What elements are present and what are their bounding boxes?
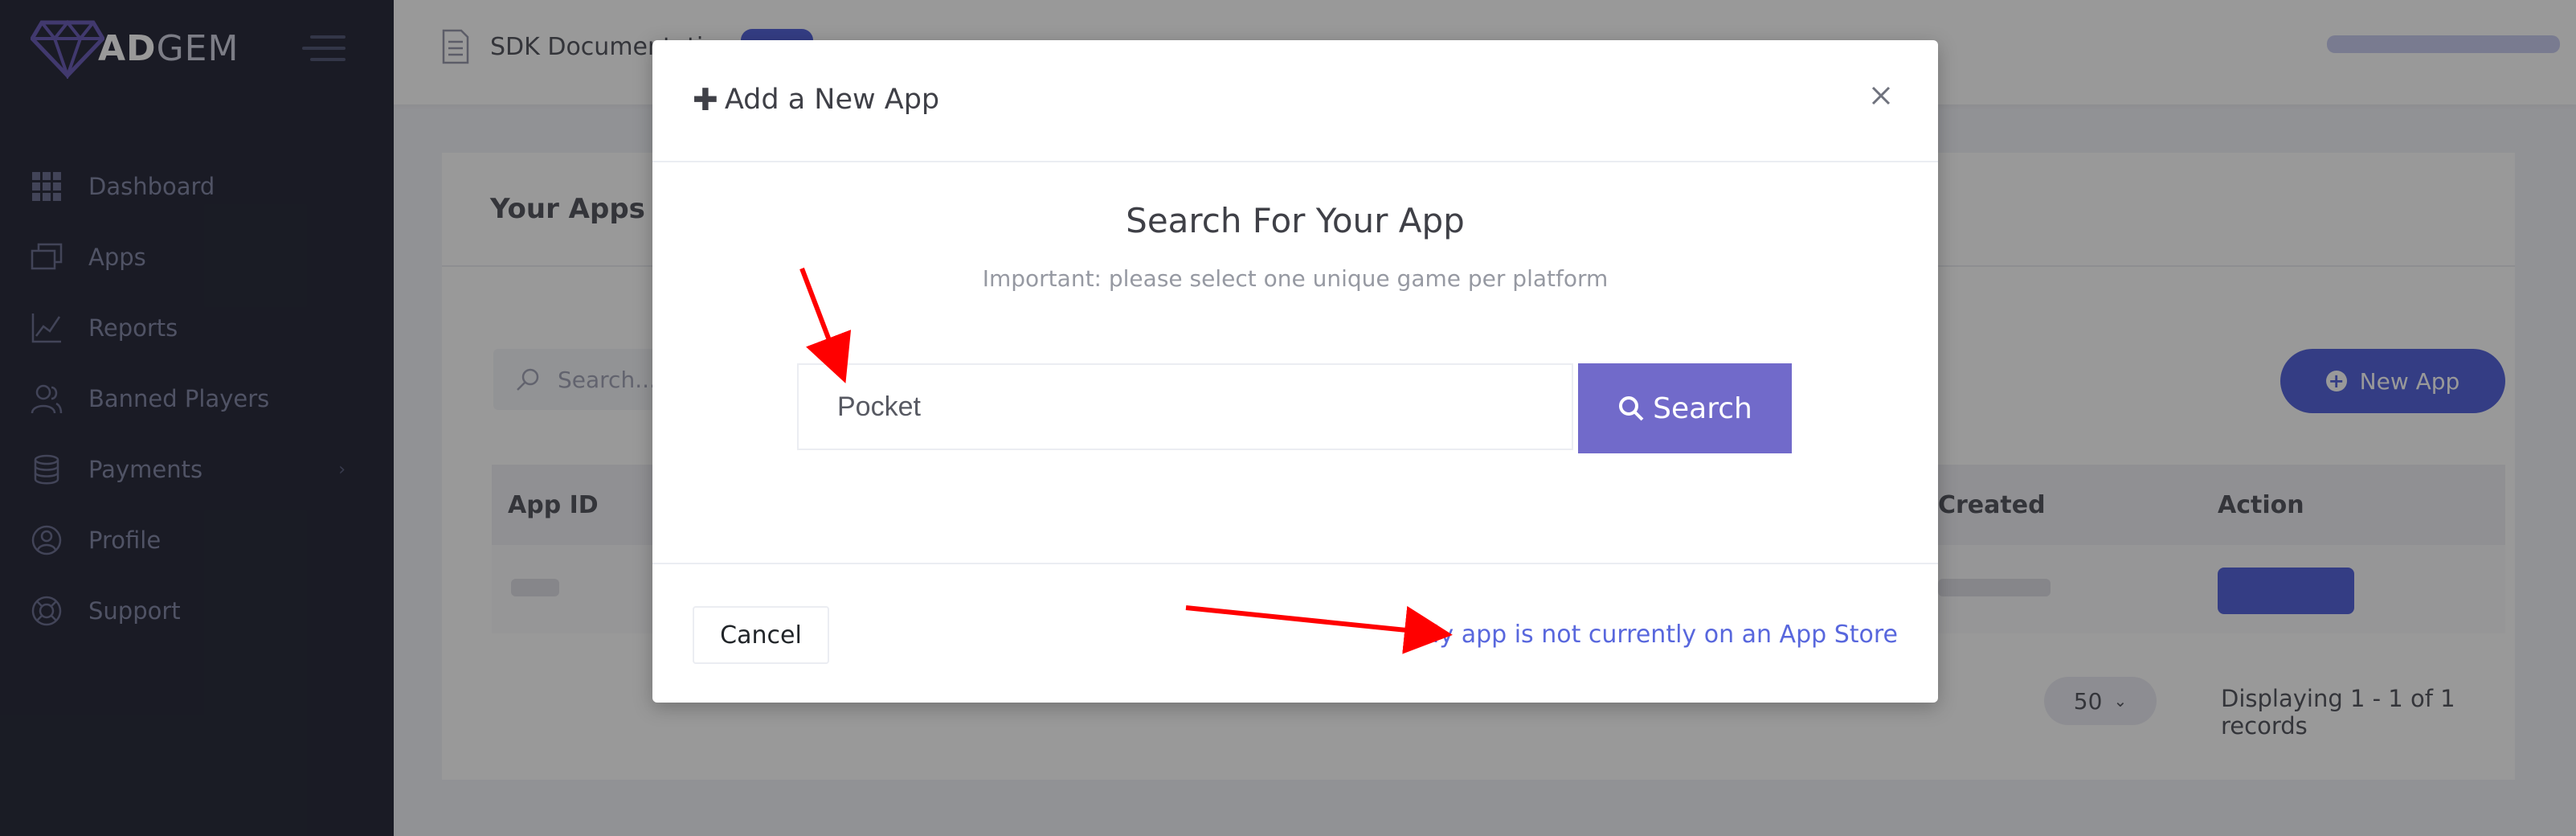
cancel-button[interactable]: Cancel xyxy=(693,606,829,664)
modal-title-text: Add a New App xyxy=(724,84,940,116)
search-subtitle: Important: please select one unique game… xyxy=(982,265,1609,292)
search-button-label: Search xyxy=(1653,391,1752,425)
not-on-app-store-link[interactable]: My app is not currently on an App Store xyxy=(1419,621,1898,649)
modal-header: ✚ Add a New App xyxy=(652,40,1938,162)
add-app-modal: ✚ Add a New App Search For Your App Impo… xyxy=(652,40,1938,703)
close-icon[interactable] xyxy=(1862,77,1899,114)
modal-footer: Cancel My app is not currently on an App… xyxy=(652,564,1938,704)
search-icon xyxy=(1619,396,1644,421)
search-button[interactable]: Search xyxy=(1578,363,1792,453)
modal-title: ✚ Add a New App xyxy=(693,82,939,117)
search-heading: Search For Your App xyxy=(1126,201,1465,240)
plus-icon: ✚ xyxy=(693,82,718,117)
app-search-input[interactable] xyxy=(797,363,1573,450)
modal-body: Search For Your App Important: please se… xyxy=(652,162,1938,564)
